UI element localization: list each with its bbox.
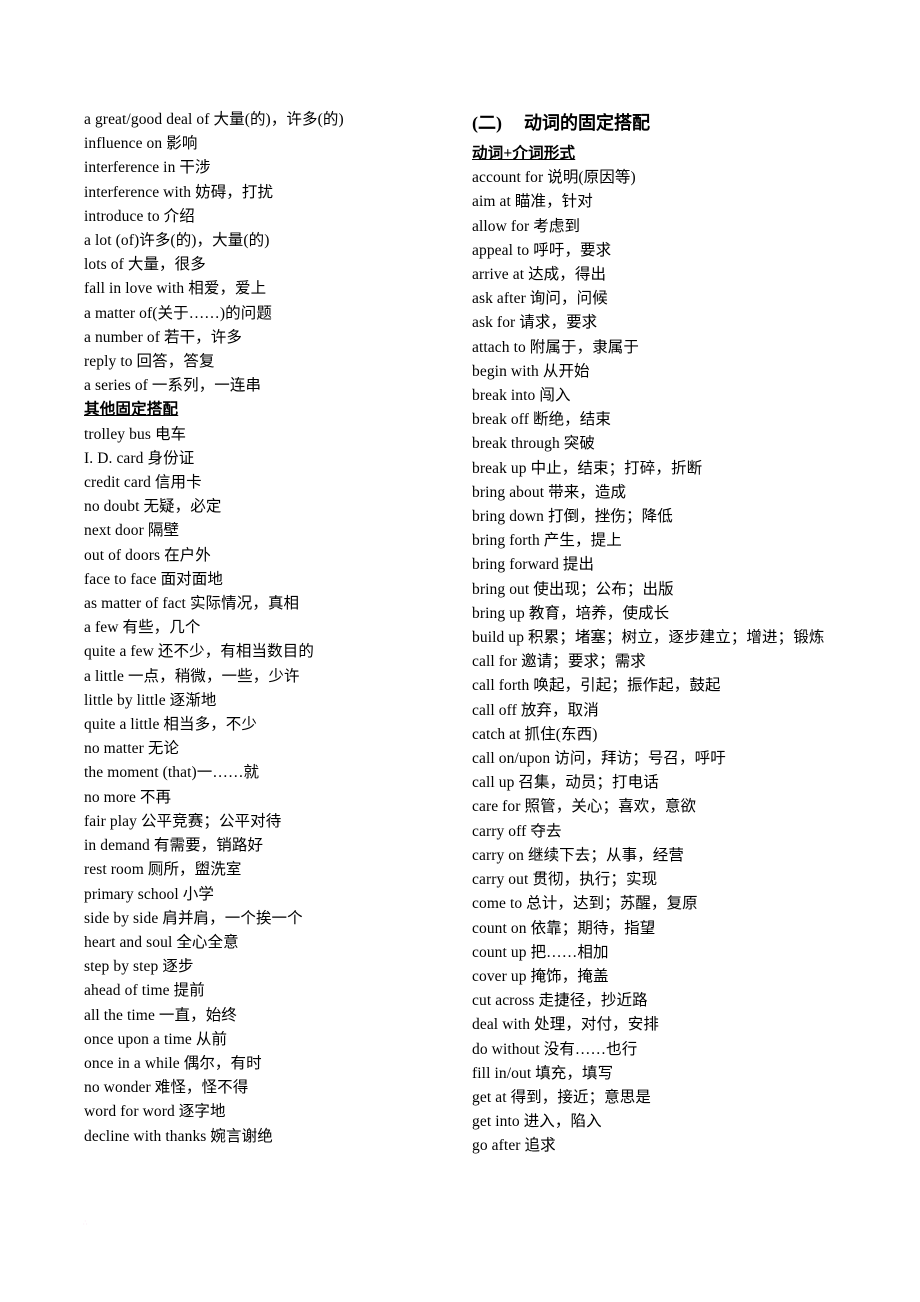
- list-item: build up 积累；堵塞；树立，逐步建立；增进；锻炼: [472, 629, 825, 647]
- list-item: count on 依靠；期待，指望: [472, 919, 656, 937]
- list-item: aim at 瞄准，针对: [472, 193, 593, 211]
- chapter-heading: (二) 动词的固定搭配: [472, 108, 650, 138]
- list-item: attach to 附属于，隶属于: [472, 338, 640, 356]
- list-item: carry off 夺去: [472, 822, 562, 840]
- list-item: account for 说明(原因等): [472, 169, 636, 187]
- list-item: break up 中止，结束；打碎，折断: [472, 459, 703, 477]
- list-item: call up 召集，动员；打电话: [472, 774, 659, 792]
- right-column: (二) 动词的固定搭配 动词+介词形式 account for 说明(原因等) a…: [0, 108, 825, 1159]
- list-item: allow for 考虑到: [472, 217, 581, 235]
- list-item: count up 把……相加: [472, 943, 609, 961]
- list-item: arrive at 达成，得出: [472, 266, 607, 284]
- list-item: deal with 处理，对付，安排: [472, 1016, 659, 1034]
- section-heading-verb-preposition: 动词+介词形式: [472, 145, 576, 162]
- list-item: call for 邀请；要求；需求: [472, 653, 646, 671]
- chapter-number: (二): [472, 113, 502, 133]
- list-item: bring out 使出现；公布；出版: [472, 580, 674, 598]
- list-item: care for 照管，关心；喜欢，意欲: [472, 798, 697, 816]
- list-item: ask for 请求，要求: [472, 314, 598, 332]
- two-column-layout: a great/good deal of 大量(的)，许多(的) influen…: [0, 108, 920, 1159]
- list-item: call off 放弃，取消: [472, 701, 599, 719]
- list-item: bring forward 提出: [472, 556, 595, 574]
- list-item: cut across 走捷径，抄近路: [472, 992, 648, 1010]
- list-item: go after 追求: [472, 1137, 556, 1155]
- right-section-heading-row: 动词+介词形式: [472, 142, 575, 166]
- list-item: ask after 询问，问候: [472, 290, 608, 308]
- list-item: begin with 从开始: [472, 362, 590, 380]
- list-item: call on/upon 访问，拜访；号召，呼吁: [472, 750, 726, 768]
- list-item: bring about 带来，造成: [472, 483, 627, 501]
- list-item: catch at 抓住(东西): [472, 725, 598, 743]
- document-page: a great/good deal of 大量(的)，许多(的) influen…: [0, 0, 920, 1302]
- list-item: fill in/out 填充，填写: [472, 1064, 614, 1082]
- list-item: call forth 唤起，引起；振作起，鼓起: [472, 677, 721, 695]
- scan-artifact-mark: ∴: [83, 1220, 88, 1227]
- list-item: get at 得到，接近；意思是: [472, 1088, 651, 1106]
- list-item: break off 断绝，结束: [472, 411, 611, 429]
- chapter-title: 动词的固定搭配: [524, 113, 650, 133]
- list-item: bring up 教育，培养，使成长: [472, 604, 670, 622]
- list-item: appeal to 呼吁，要求: [472, 241, 612, 259]
- list-item: do without 没有……也行: [472, 1040, 638, 1058]
- list-item: come to 总计，达到；苏醒，复原: [472, 895, 698, 913]
- list-item: cover up 掩饰，掩盖: [472, 967, 609, 985]
- list-item: break into 闯入: [472, 387, 571, 405]
- list-item: bring forth 产生，提上: [472, 532, 622, 550]
- list-item: bring down 打倒，挫伤；降低: [472, 508, 673, 526]
- list-item: carry out 贯彻，执行；实现: [472, 871, 658, 889]
- right-entry-group-1: account for 说明(原因等) aim at 瞄准，针对 allow f…: [472, 166, 825, 1158]
- list-item: get into 进入，陷入: [472, 1113, 602, 1131]
- list-item: break through 突破: [472, 435, 595, 453]
- list-item: carry on 继续下去；从事，经营: [472, 846, 684, 864]
